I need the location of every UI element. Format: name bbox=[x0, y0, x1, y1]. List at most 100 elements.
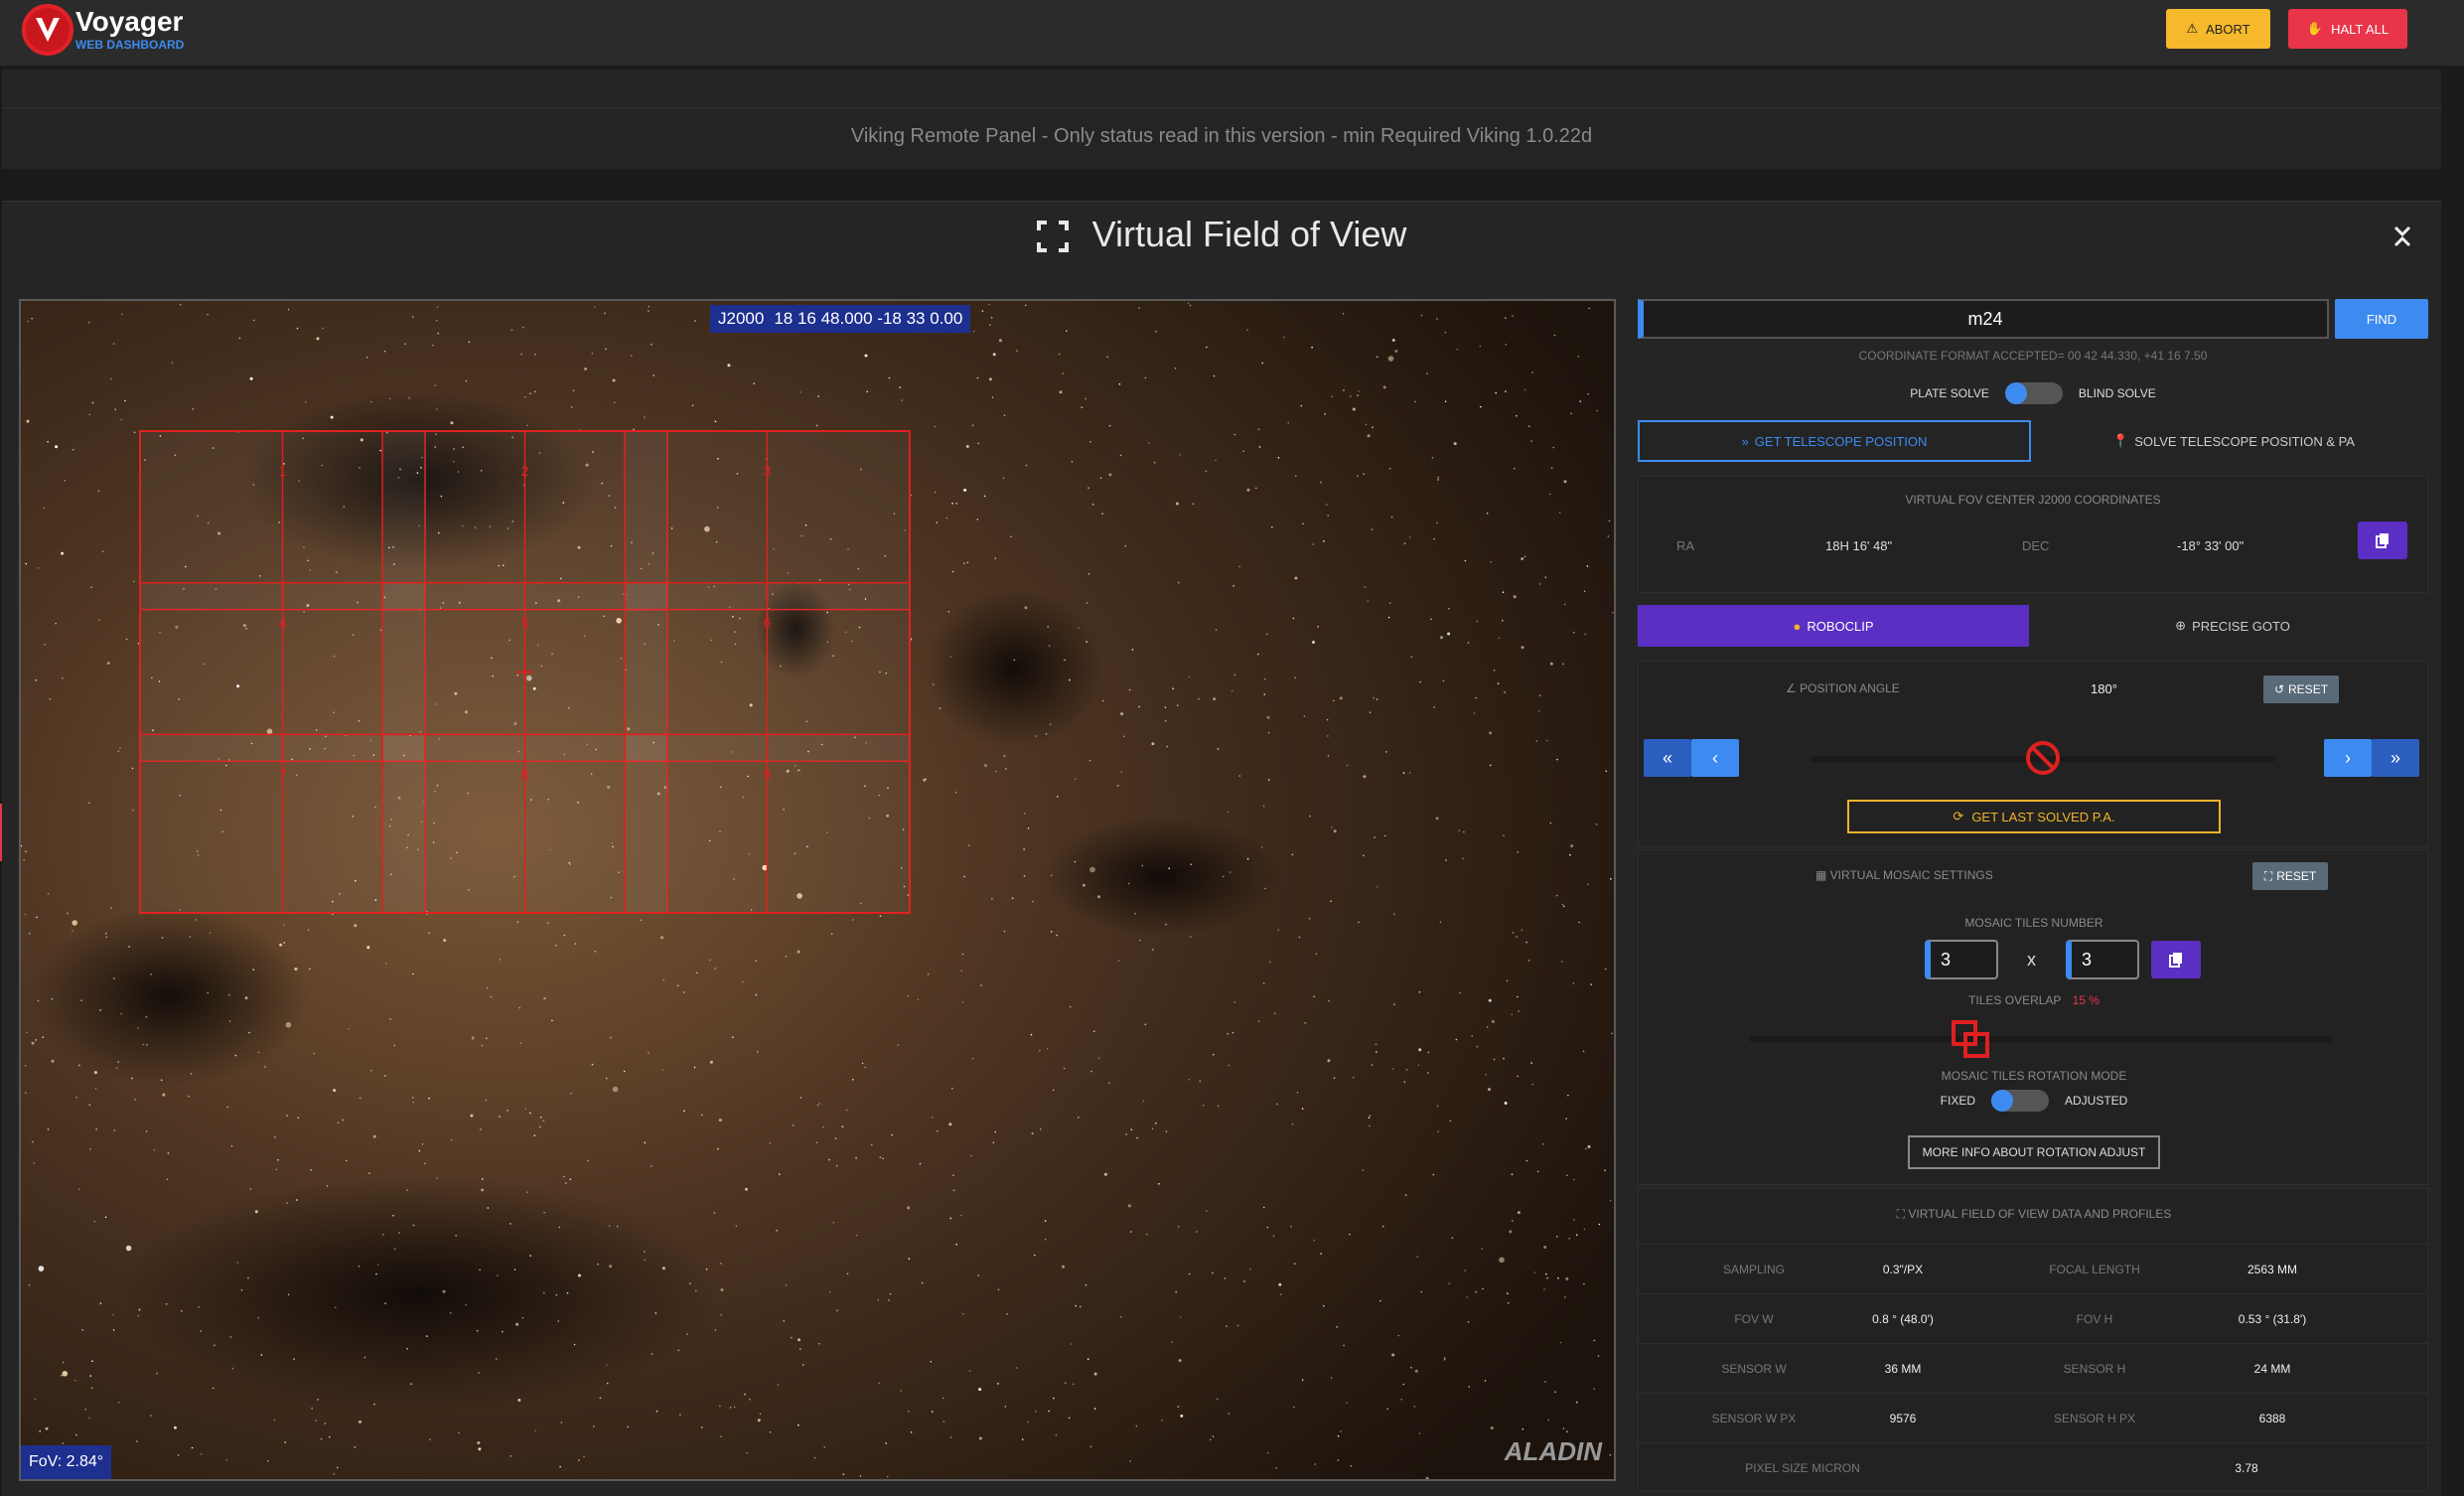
find-button[interactable]: FIND bbox=[2335, 299, 2428, 339]
center-coordinates-section: VIRTUAL FOV CENTER J2000 COORDINATES RA … bbox=[1638, 476, 2428, 593]
fov-data-row: SENSOR W PX 9576 SENSOR H PX 6388 bbox=[1639, 1393, 2429, 1442]
fov-data-heading-wrap: ⛶ VIRTUAL FIELD OF VIEW DATA AND PROFILE… bbox=[1639, 1207, 2429, 1222]
mosaic-reset-label: RESET bbox=[2276, 869, 2317, 883]
rotate-left-button[interactable]: ‹ bbox=[1691, 739, 1739, 777]
mosaic-reset-button[interactable]: ⛶ RESET bbox=[2252, 862, 2328, 890]
ra-value: 18H 16' 48" bbox=[1825, 538, 1893, 553]
overlap-icon bbox=[1952, 1020, 1990, 1058]
dec-label: DEC bbox=[2022, 538, 2050, 553]
rotate-fast-right-button[interactable]: » bbox=[2372, 739, 2419, 777]
rotation-mode-label: MOSAIC TILES ROTATION MODE bbox=[1941, 1069, 2127, 1083]
rotation-mode-toggle[interactable] bbox=[1991, 1090, 2049, 1112]
mosaic-tile-label: 1 bbox=[279, 463, 287, 479]
brand-subtitle: WEB DASHBOARD bbox=[75, 38, 185, 52]
get-telescope-position-button[interactable]: » GET TELESCOPE POSITION bbox=[1638, 420, 2031, 462]
telescope-actions: » GET TELESCOPE POSITION 📍 SOLVE TELESCO… bbox=[1638, 420, 2428, 462]
voyager-logo bbox=[22, 4, 73, 56]
precise-goto-button[interactable]: ⊕ PRECISE GOTO bbox=[2037, 605, 2428, 647]
get-telescope-position-label: GET TELESCOPE POSITION bbox=[1754, 433, 1928, 449]
chevrons-down-icon: » bbox=[1741, 433, 1749, 449]
notice-panel: Viking Remote Panel - Only status read i… bbox=[2, 70, 2441, 169]
copy-icon bbox=[2169, 953, 2182, 968]
crosshair-icon: ⊕ bbox=[2175, 618, 2187, 633]
fov-data-row: FOV W 0.8 ° (48.0') FOV H 0.53 ° (31.8') bbox=[1639, 1293, 2429, 1343]
copy-icon bbox=[2376, 533, 2389, 548]
coordinate-format-hint: COORDINATE FORMAT ACCEPTED= 00 42 44.330… bbox=[1858, 349, 2208, 363]
solve-telescope-button[interactable]: 📍 SOLVE TELESCOPE POSITION & PA bbox=[2039, 420, 2428, 462]
fov-data-row: PIXEL SIZE MICRON 3.78 bbox=[1639, 1442, 2429, 1492]
row-label: SAMPLING bbox=[1722, 1263, 1785, 1276]
aladin-logo: ALADIN bbox=[1504, 1436, 1602, 1466]
tag-icon: ● bbox=[1793, 618, 1802, 634]
sky-view[interactable]: 1 2 3 4 5 6 7 8 9 J2000 18 16 48.000 -18 33 0.00… bbox=[19, 299, 1616, 1481]
row-value: 9576 bbox=[1889, 1412, 1917, 1425]
row-label: FOV H bbox=[2076, 1312, 2113, 1326]
abort-label: ABORT bbox=[2206, 21, 2250, 37]
get-last-solved-pa-label: GET LAST SOLVED P.A. bbox=[1971, 809, 2115, 824]
pin-icon: 📍 bbox=[2112, 433, 2129, 448]
copy-mosaic-button[interactable] bbox=[2151, 941, 2201, 978]
target-search-input[interactable]: m24 bbox=[1638, 299, 2329, 339]
row-label: SENSOR W bbox=[1721, 1362, 1787, 1376]
precise-goto-label: PRECISE GOTO bbox=[2192, 618, 2290, 634]
position-angle-slider-row: « ‹ › » bbox=[1639, 739, 2429, 779]
coordinate-row: RA 18H 16' 48" DEC -18° 33' 00" bbox=[1639, 523, 2429, 572]
tiles-overlap-value: 15 % bbox=[2072, 993, 2100, 1007]
abort-button[interactable]: ⚠ ABORT bbox=[2166, 9, 2270, 49]
position-angle-value: 180° bbox=[2091, 681, 2117, 696]
collapse-icon[interactable] bbox=[2390, 224, 2415, 249]
row-value: 0.3"/PX bbox=[1882, 1263, 1924, 1276]
halt-all-button[interactable]: ✋ HALT ALL bbox=[2288, 9, 2407, 49]
row-label: SENSOR W PX bbox=[1711, 1412, 1797, 1425]
position-angle-reset-button[interactable]: ↺ RESET bbox=[2263, 675, 2339, 703]
rotation-info-button[interactable]: MORE INFO ABOUT ROTATION ADJUST bbox=[1908, 1135, 2160, 1169]
fov-data-row: SAMPLING 0.3"/PX FOCAL LENGTH 2563 MM bbox=[1639, 1244, 2429, 1293]
tiles-overlap-slider[interactable] bbox=[1749, 1036, 2332, 1042]
row-value: 0.8 ° (48.0') bbox=[1872, 1312, 1934, 1326]
tiles-overlap-label-wrap: TILES OVERLAP 15 % bbox=[1639, 993, 2429, 1007]
grid-icon: ▦ bbox=[1815, 868, 1830, 882]
tiles-y-input[interactable]: 3 bbox=[2066, 940, 2139, 979]
row-label: FOCAL LENGTH bbox=[2049, 1263, 2140, 1276]
mosaic-section: ▦ VIRTUAL MOSAIC SETTINGS ⛶ RESET MOSAIC… bbox=[1638, 849, 2428, 1185]
rotate-fast-left-button[interactable]: « bbox=[1644, 739, 1691, 777]
blind-solve-label: BLIND SOLVE bbox=[2078, 386, 2156, 400]
center-coordinates-heading: VIRTUAL FOV CENTER J2000 COORDINATES bbox=[1905, 493, 2161, 507]
rotate-icon bbox=[2026, 741, 2060, 775]
position-angle-slider-handle[interactable] bbox=[2024, 739, 2062, 777]
reset-label: RESET bbox=[2288, 682, 2329, 696]
row-label: SENSOR H bbox=[2063, 1362, 2126, 1376]
sky-image[interactable]: 1 2 3 4 5 6 7 8 9 bbox=[21, 301, 1614, 1479]
row-value: 36 MM bbox=[1884, 1362, 1922, 1376]
row-value: 0.53 ° (31.8') bbox=[2238, 1312, 2307, 1326]
expand-small-icon: ⛶ bbox=[1896, 1207, 1909, 1221]
get-last-solved-pa-button[interactable]: ⟳ GET LAST SOLVED P.A. bbox=[1847, 800, 2221, 833]
fov-data-table: SAMPLING 0.3"/PX FOCAL LENGTH 2563 MM FOV W 0… bbox=[1639, 1244, 2429, 1492]
ra-label: RA bbox=[1676, 538, 1695, 553]
tiles-x-input[interactable]: 3 bbox=[1925, 940, 1998, 979]
mosaic-tile-label: 6 bbox=[764, 615, 772, 631]
tiles-overlap-slider-handle[interactable] bbox=[1951, 1019, 1990, 1059]
plate-solve-label: PLATE SOLVE bbox=[1910, 386, 1989, 400]
roboclip-button[interactable]: ● ROBOCLIP bbox=[1638, 605, 2029, 647]
rotate-right-button[interactable]: › bbox=[2324, 739, 2372, 777]
mosaic-tile-label: 7 bbox=[279, 766, 287, 782]
notice-text: Viking Remote Panel - Only status read i… bbox=[850, 125, 1593, 147]
row-label: SENSOR H PX bbox=[2053, 1412, 2136, 1425]
solve-mode-toggle-row: PLATE SOLVE BLIND SOLVE bbox=[1638, 382, 2428, 404]
row-value: 24 MM bbox=[2253, 1362, 2291, 1376]
fov-data-row: SENSOR W 36 MM SENSOR H 24 MM bbox=[1639, 1343, 2429, 1393]
solve-mode-toggle[interactable] bbox=[2004, 382, 2063, 404]
row-label: PIXEL SIZE MICRON bbox=[1745, 1461, 1860, 1475]
fov-data-section: ⛶ VIRTUAL FIELD OF VIEW DATA AND PROFILE… bbox=[1638, 1188, 2429, 1492]
panel-title-text: Virtual Field of View bbox=[1091, 214, 1407, 254]
copy-coordinates-button[interactable] bbox=[2358, 522, 2407, 559]
mosaic-heading: VIRTUAL MOSAIC SETTINGS bbox=[1829, 868, 1993, 882]
mosaic-tile-label: 8 bbox=[521, 766, 529, 782]
panel-title: Virtual Field of View bbox=[2, 214, 2441, 255]
row-value: 6388 bbox=[2258, 1412, 2286, 1425]
solve-telescope-label: SOLVE TELESCOPE POSITION & PA bbox=[2134, 433, 2355, 449]
expand-small-icon: ⛶ bbox=[2263, 868, 2273, 883]
undo-icon: ↺ bbox=[2273, 682, 2285, 696]
row-value: 3.78 bbox=[2235, 1461, 2258, 1475]
